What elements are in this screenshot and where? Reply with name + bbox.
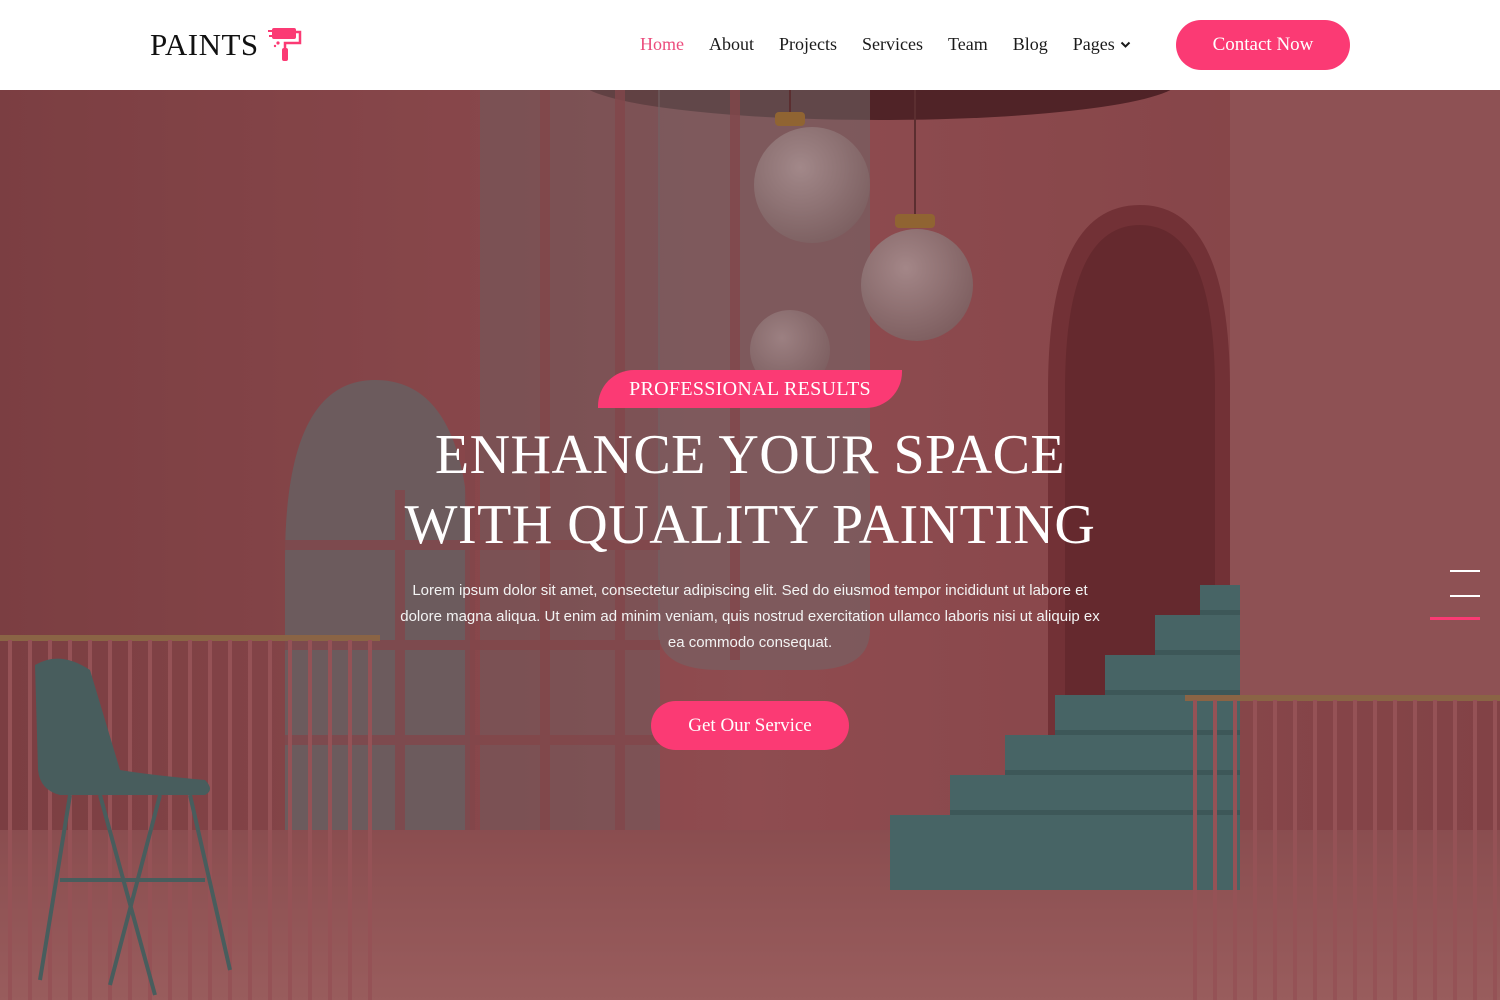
slide-indicator-active[interactable] — [1430, 617, 1480, 620]
logo-text: PAINTS — [150, 26, 259, 62]
slide-indicator-2[interactable] — [1450, 595, 1480, 597]
nav-home[interactable]: Home — [640, 34, 684, 55]
get-our-service-button[interactable]: Get Our Service — [651, 701, 849, 750]
main-nav: Home About Projects Services Team Blog P… — [640, 31, 1156, 57]
nav-pages-label: Pages — [1072, 33, 1115, 54]
slide-indicator-1[interactable] — [1450, 570, 1480, 572]
hero-description: Lorem ipsum dolor sit amet, consectetur … — [400, 582, 1100, 651]
hero-section: PROFESSIONAL RESULTS ENHANCE YOUR SPACE … — [0, 90, 1500, 1000]
site-header: PAINTS Home About Projects Services Team… — [0, 0, 1500, 90]
nav-team[interactable]: Team — [948, 34, 988, 55]
hero-title-line-1: ENHANCE YOUR SPACE — [434, 424, 1066, 486]
nav-projects[interactable]: Projects — [779, 34, 837, 55]
hero-title-line-2: WITH QUALITY PAINTING — [404, 494, 1096, 556]
logo[interactable]: PAINTS — [150, 22, 303, 66]
nav-about[interactable]: About — [709, 34, 754, 55]
hero-title: ENHANCE YOUR SPACE WITH QUALITY PAINTING — [300, 420, 1200, 560]
paint-roller-icon — [267, 28, 301, 61]
chevron-down-icon — [1120, 41, 1130, 48]
nav-pages[interactable]: Pages — [1073, 34, 1131, 55]
nav-blog[interactable]: Blog — [1013, 34, 1048, 55]
professional-results-badge: PROFESSIONAL RESULTS — [598, 370, 902, 408]
contact-now-button[interactable]: Contact Now — [1176, 20, 1350, 70]
nav-services[interactable]: Services — [862, 34, 923, 55]
